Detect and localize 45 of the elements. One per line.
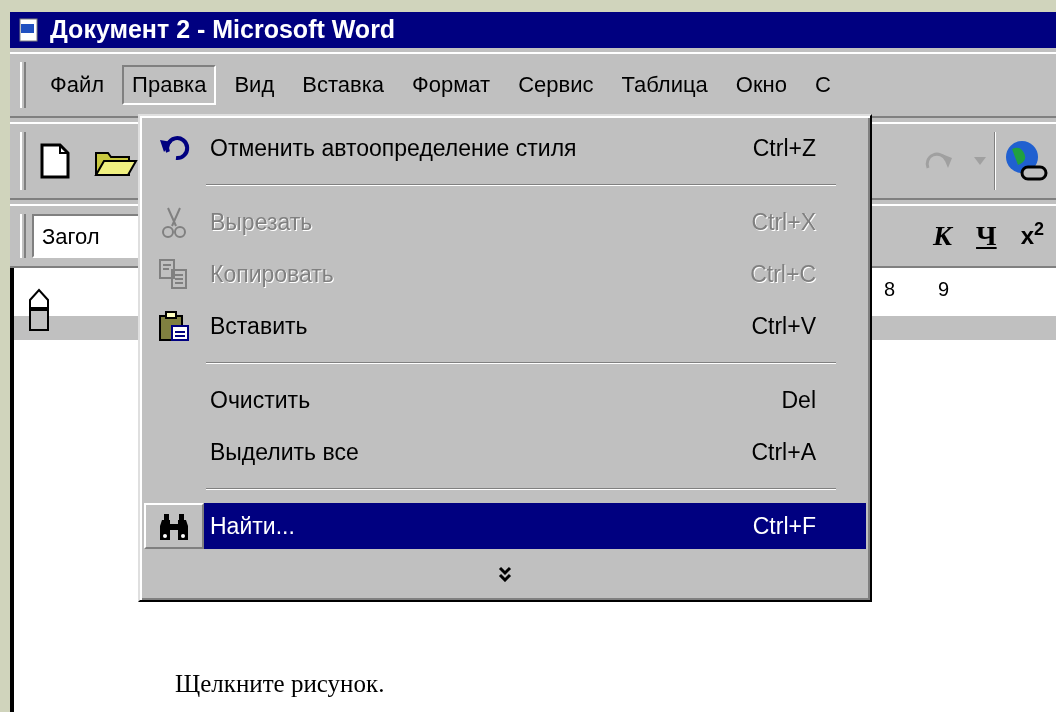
window-title: Документ 2 - Microsoft Word — [50, 14, 396, 46]
ruler-number: 9 — [938, 277, 950, 302]
menu-bar-item[interactable]: С — [804, 64, 841, 106]
menu-bar-item[interactable]: Таблица — [611, 64, 718, 106]
menu-bar-item[interactable]: Файл — [40, 64, 115, 106]
menu-item-label: Копировать — [210, 259, 334, 289]
menu-bar-item[interactable]: Окно — [725, 64, 797, 106]
menu-item[interactable]: Найти... Ctrl+F — [204, 503, 866, 549]
menu-bar-item[interactable]: Вид — [224, 64, 285, 106]
toolbar-grip[interactable] — [20, 214, 26, 258]
superscript-button[interactable]: x$^{2}$ — [1008, 224, 1056, 248]
menu-item[interactable]: Очистить Del — [204, 377, 866, 423]
new-document-icon[interactable] — [40, 143, 70, 179]
shortcut-text: Ctrl+X — [751, 207, 816, 237]
menu-item-label: Отменить автоопределение стиля — [210, 133, 577, 163]
paste-icon — [158, 310, 190, 342]
shortcut-text: Ctrl+A — [751, 437, 816, 467]
menu-item-label: Вставить — [210, 311, 308, 341]
ruler-number: 8 — [884, 277, 896, 302]
menu-bar-item[interactable]: Правка — [122, 64, 217, 106]
menu-item[interactable]: Вставить Ctrl+V — [204, 303, 866, 349]
italic-button[interactable]: К — [921, 222, 965, 250]
toolbar-grip[interactable] — [20, 132, 26, 190]
menu-bar-item[interactable]: Формат — [402, 64, 501, 106]
underline-button[interactable]: Ч — [964, 222, 1009, 250]
shortcut-text: Del — [781, 385, 816, 415]
menu-item-label: Вырезать — [210, 207, 313, 237]
menu-bar-item[interactable]: Сервис — [508, 64, 604, 106]
menu-bar-item[interactable]: Вставка — [292, 64, 394, 106]
shortcut-text: Ctrl+V — [751, 311, 816, 341]
shortcut-text: Ctrl+C — [750, 259, 816, 289]
document-text: Щелкните рисунок. — [175, 668, 385, 699]
expand-chevron-icon[interactable] — [498, 566, 512, 582]
document-icon — [18, 18, 40, 42]
toolbar-grip[interactable] — [20, 62, 26, 108]
menu-item[interactable]: Отменить автоопределение стиля Ctrl+Z — [204, 125, 866, 171]
menu-item[interactable]: Выделить все Ctrl+A — [204, 429, 866, 475]
shortcut-text: Ctrl+F — [752, 511, 816, 541]
globe-icon[interactable] — [1004, 139, 1048, 183]
indent-marker-icon[interactable] — [28, 288, 50, 332]
copy-icon — [158, 258, 190, 290]
menu-item-label: Найти... — [210, 511, 295, 541]
menu-item-label: Очистить — [210, 385, 311, 415]
menu-item-label: Выделить все — [210, 437, 359, 467]
shortcut-text: Ctrl+Z — [752, 133, 816, 163]
